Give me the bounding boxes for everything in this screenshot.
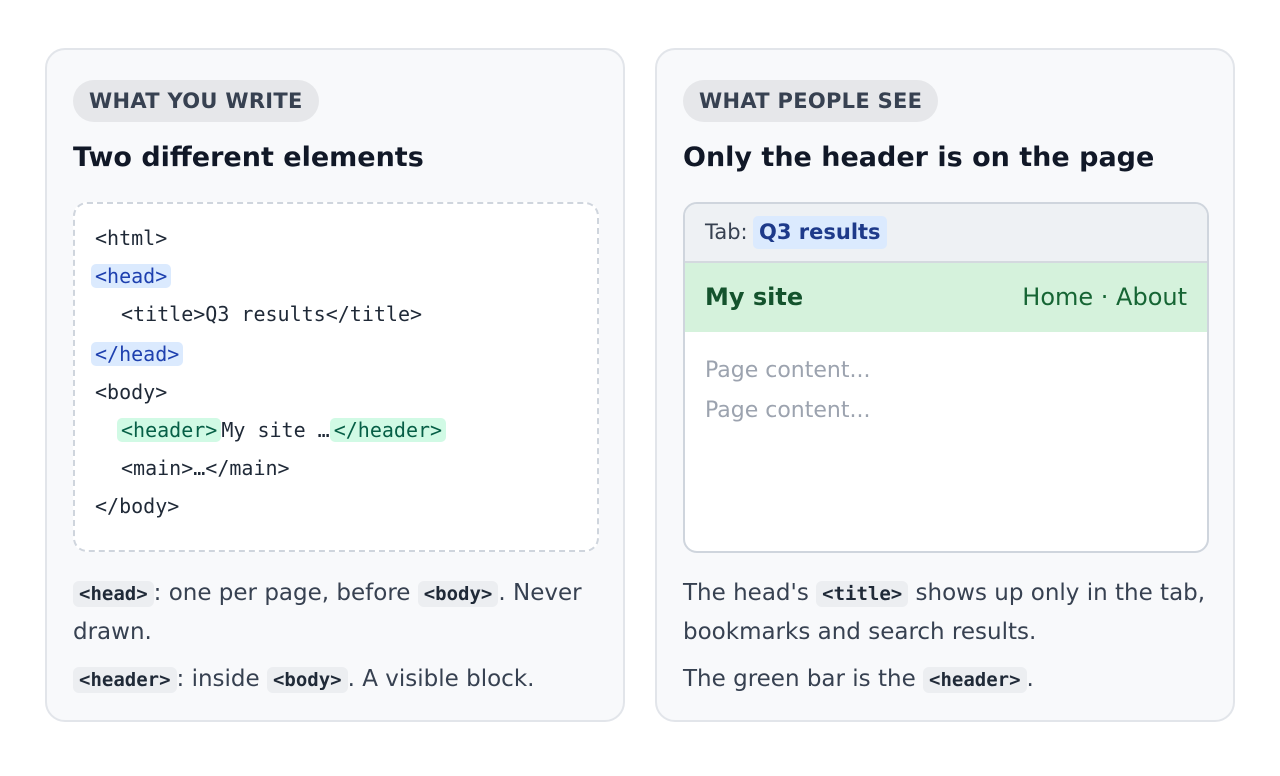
inline-code: <header> [73, 667, 177, 693]
header-content: My site … [221, 418, 330, 442]
what-you-write-card: WHAT YOU WRITE Two different elements <h… [45, 48, 625, 722]
code-line-head-open: <head> [91, 262, 172, 290]
code-line-html-open: <html> [95, 226, 168, 250]
header-close-tag: </header> [329, 418, 447, 442]
note-text: . [1026, 666, 1034, 692]
inline-code: <header> [923, 667, 1027, 693]
head-open-tag: <head> [91, 264, 172, 288]
head-note: <head>: one per page, before <body>. Nev… [73, 574, 603, 651]
site-name: My site [705, 283, 804, 311]
code-line-header: <header> My site … </header> [117, 416, 447, 444]
inline-code: <head> [73, 581, 154, 607]
section-pill: WHAT YOU WRITE [73, 80, 319, 122]
site-header-bar: My site Home · About [685, 263, 1207, 332]
site-nav-links[interactable]: Home · About [1022, 263, 1187, 332]
note-text: : inside [176, 666, 267, 692]
note-text: . A visible block. [347, 666, 535, 692]
note-text: The green bar is the [683, 666, 924, 692]
page-content-placeholder: Page content... [705, 398, 871, 423]
browser-tab-title[interactable]: Q3 results [753, 216, 887, 249]
browser-mockup: Tab: Q3 results My site Home · About Pag… [683, 202, 1209, 553]
inline-code: <body> [417, 581, 499, 607]
card-title: Only the header is on the page [683, 142, 1155, 173]
header-open-tag: <header> [117, 418, 222, 442]
title-note: The head's <title> shows up only in the … [683, 574, 1213, 651]
code-sample: <html> <head> <title>Q3 results</title> … [73, 202, 599, 552]
card-title: Two different elements [73, 142, 424, 173]
note-text: The head's [683, 580, 817, 606]
code-line-main: <main>…</main> [121, 456, 290, 480]
header-note: <header>: inside <body>. A visible block… [73, 660, 603, 699]
code-line-body-close: </body> [95, 494, 180, 518]
section-pill: WHAT PEOPLE SEE [683, 80, 939, 122]
code-line-title: <title>Q3 results</title> [121, 302, 423, 326]
code-line-body-open: <body> [95, 380, 168, 404]
inline-code: <title> [816, 581, 909, 607]
tab-label: Tab: [705, 220, 748, 244]
inline-code: <body> [266, 667, 348, 693]
head-close-tag: </head> [91, 342, 184, 366]
what-people-see-card: WHAT PEOPLE SEE Only the header is on th… [655, 48, 1235, 722]
page-content-placeholder: Page content... [705, 358, 871, 383]
green-bar-note: The green bar is the <header>. [683, 660, 1213, 699]
browser-tab-bar: Tab: Q3 results [685, 204, 1207, 263]
note-text: : one per page, before [153, 580, 418, 606]
code-line-head-close: </head> [91, 340, 184, 368]
